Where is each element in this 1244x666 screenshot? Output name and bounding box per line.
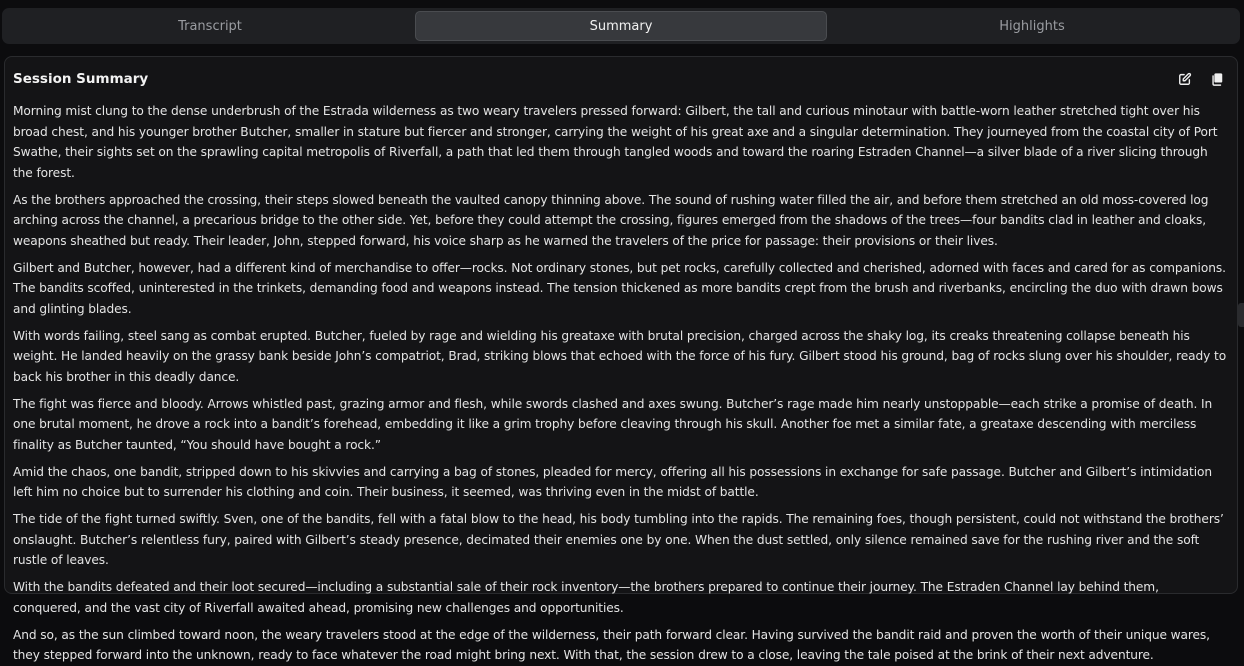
panel-actions xyxy=(1177,71,1229,87)
summary-paragraph: The tide of the fight turned swiftly. Sv… xyxy=(13,512,1224,567)
edit-icon[interactable] xyxy=(1177,71,1193,87)
summary-paragraph: The fight was fierce and bloody. Arrows … xyxy=(13,396,1213,452)
summary-paragraph: As the brothers approached the crossing,… xyxy=(13,192,1209,248)
summary-paragraph: And so, as the sun climbed toward noon, … xyxy=(13,627,1210,663)
scrollbar-handle[interactable] xyxy=(1238,303,1244,327)
tab-summary[interactable]: Summary xyxy=(415,11,827,41)
summary-paragraph: Amid the chaos, one bandit, stripped dow… xyxy=(13,464,1212,500)
summary-paragraph: With words failing, steel sang as combat… xyxy=(13,328,1227,384)
tab-bar: Transcript Summary Highlights xyxy=(2,8,1240,44)
session-summary-panel: Session Summary Morning mist clung to th… xyxy=(4,56,1238,662)
summary-paragraph: Morning mist clung to the dense underbru… xyxy=(13,104,1218,180)
panel-title: Session Summary xyxy=(13,71,149,87)
summary-paragraph: With the bandits defeated and their loot… xyxy=(13,580,1159,615)
copy-icon[interactable] xyxy=(1209,71,1225,87)
summary-paragraph: Gilbert and Butcher, however, had a diff… xyxy=(13,260,1226,316)
summary-content: Morning mist clung to the dense underbru… xyxy=(13,101,1229,666)
tab-highlights[interactable]: Highlights xyxy=(827,11,1237,41)
tab-transcript[interactable]: Transcript xyxy=(5,11,415,41)
panel-header: Session Summary xyxy=(13,69,1229,89)
